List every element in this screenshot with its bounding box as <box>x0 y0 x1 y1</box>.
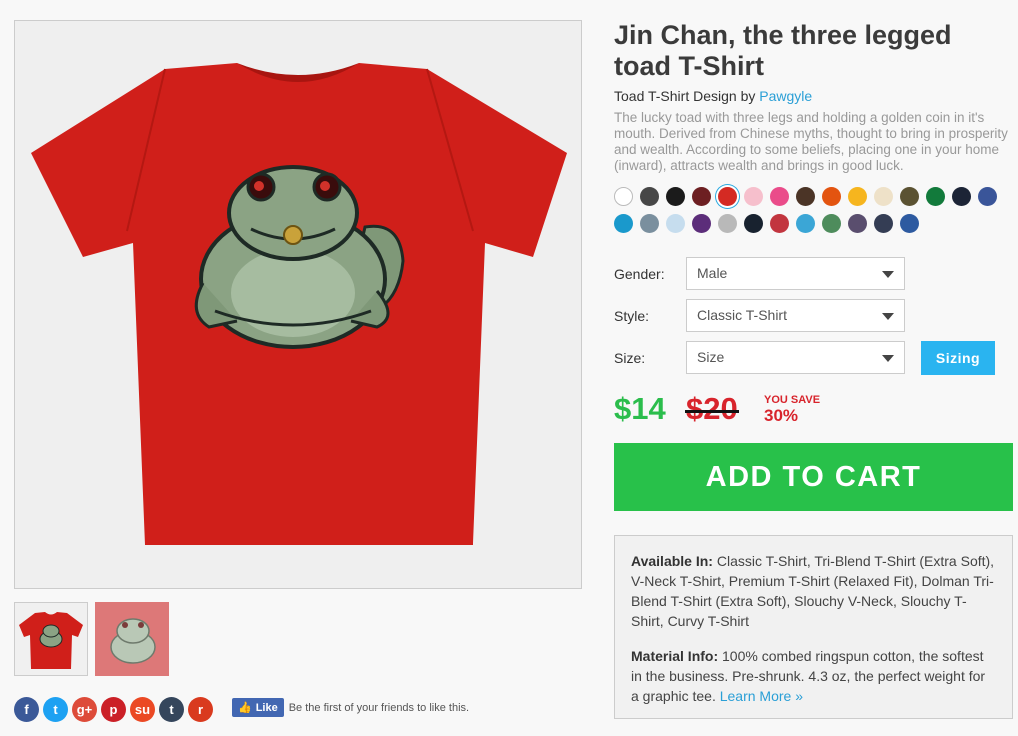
available-in: Available In: Classic T-Shirt, Tri-Blend… <box>631 551 996 631</box>
style-select-value: Classic T-Shirt <box>697 307 787 323</box>
color-swatch[interactable] <box>770 214 789 233</box>
color-swatch[interactable] <box>640 187 659 206</box>
style-label: Style: <box>614 308 650 324</box>
color-swatch[interactable] <box>848 214 867 233</box>
product-title: Jin Chan, the three legged toad T-Shirt <box>614 20 952 81</box>
original-price-value: $20 <box>686 391 738 426</box>
color-swatch[interactable] <box>718 187 737 206</box>
thumbnail-tshirt[interactable] <box>14 602 88 676</box>
color-swatch[interactable] <box>640 214 659 233</box>
size-label: Size: <box>614 350 646 366</box>
savings-badge: YOU SAVE 30% <box>764 393 820 424</box>
chevron-down-icon <box>882 313 894 320</box>
stumbleupon-icon[interactable]: su <box>130 696 155 722</box>
like-prompt-text: Be the first of your friends to like thi… <box>288 701 470 714</box>
gender-select[interactable]: Male <box>686 257 905 290</box>
facebook-like-button[interactable]: 👍 Like <box>232 698 284 717</box>
color-swatch[interactable] <box>900 187 919 206</box>
color-swatch[interactable] <box>900 214 919 233</box>
product-description: The lucky toad with three legs and holdi… <box>614 110 1008 173</box>
google-plus-icon[interactable]: g+ <box>72 696 97 722</box>
tumblr-icon[interactable]: t <box>159 696 184 722</box>
sale-price: $14 <box>614 391 666 426</box>
color-swatch[interactable] <box>874 187 893 206</box>
learn-more-link[interactable]: Learn More » <box>720 688 803 704</box>
color-swatch[interactable] <box>666 187 685 206</box>
facebook-like-widget: 👍 Like Be the first of your friends to l… <box>232 698 469 717</box>
available-in-label: Available In: <box>631 553 713 569</box>
chevron-down-icon <box>882 355 894 362</box>
artist-link[interactable]: Pawgyle <box>759 88 812 104</box>
thumbs-up-icon: 👍 <box>238 702 252 714</box>
color-swatch[interactable] <box>952 187 971 206</box>
sizing-button[interactable]: Sizing <box>921 341 995 375</box>
size-select-value: Size <box>697 349 725 365</box>
color-swatch[interactable] <box>666 214 685 233</box>
you-save-label: YOU SAVE <box>764 394 821 406</box>
gender-select-value: Male <box>697 265 728 281</box>
facebook-icon[interactable]: f <box>14 696 39 722</box>
pinterest-icon[interactable]: p <box>101 696 126 722</box>
social-share-bar: f t g+ p su t r <box>14 696 217 722</box>
color-swatch[interactable] <box>692 187 711 206</box>
thumbnail-design[interactable] <box>95 602 169 676</box>
thumbnail-design-image <box>110 618 156 664</box>
byline-prefix: Toad T-Shirt Design by <box>614 88 756 104</box>
original-price: $20 <box>685 391 739 427</box>
color-swatch[interactable] <box>718 214 737 233</box>
reddit-icon[interactable]: r <box>188 696 213 722</box>
color-swatch[interactable] <box>978 187 997 206</box>
color-swatch[interactable] <box>926 187 945 206</box>
product-info-box: Available In: Classic T-Shirt, Tri-Blend… <box>614 535 1013 719</box>
color-swatch[interactable] <box>744 187 763 206</box>
color-swatch[interactable] <box>770 187 789 206</box>
color-swatch[interactable] <box>822 214 841 233</box>
color-swatch[interactable] <box>848 187 867 206</box>
color-swatch[interactable] <box>796 214 815 233</box>
size-select[interactable]: Size <box>686 341 905 374</box>
thumbnail-tshirt-image <box>19 612 83 669</box>
style-select[interactable]: Classic T-Shirt <box>686 299 905 332</box>
gender-label: Gender: <box>614 266 665 282</box>
color-swatch[interactable] <box>822 187 841 206</box>
strikethrough-line <box>685 410 739 413</box>
color-swatch[interactable] <box>796 187 815 206</box>
add-to-cart-button[interactable]: ADD TO CART <box>614 443 1013 511</box>
material-info: Material Info: 100% combed ringspun cott… <box>631 646 996 706</box>
twitter-icon[interactable]: t <box>43 696 68 722</box>
color-swatch[interactable] <box>614 214 633 233</box>
chevron-down-icon <box>882 271 894 278</box>
color-swatch[interactable] <box>614 187 633 206</box>
color-swatch[interactable] <box>692 214 711 233</box>
product-main-image[interactable] <box>14 20 582 589</box>
color-swatch[interactable] <box>744 214 763 233</box>
color-swatch[interactable] <box>874 214 893 233</box>
save-percent: 30% <box>764 406 799 425</box>
tshirt-illustration <box>31 63 567 545</box>
material-info-label: Material Info: <box>631 648 719 664</box>
product-byline: Toad T-Shirt Design by Pawgyle <box>614 88 812 104</box>
like-button-label: Like <box>255 701 278 714</box>
